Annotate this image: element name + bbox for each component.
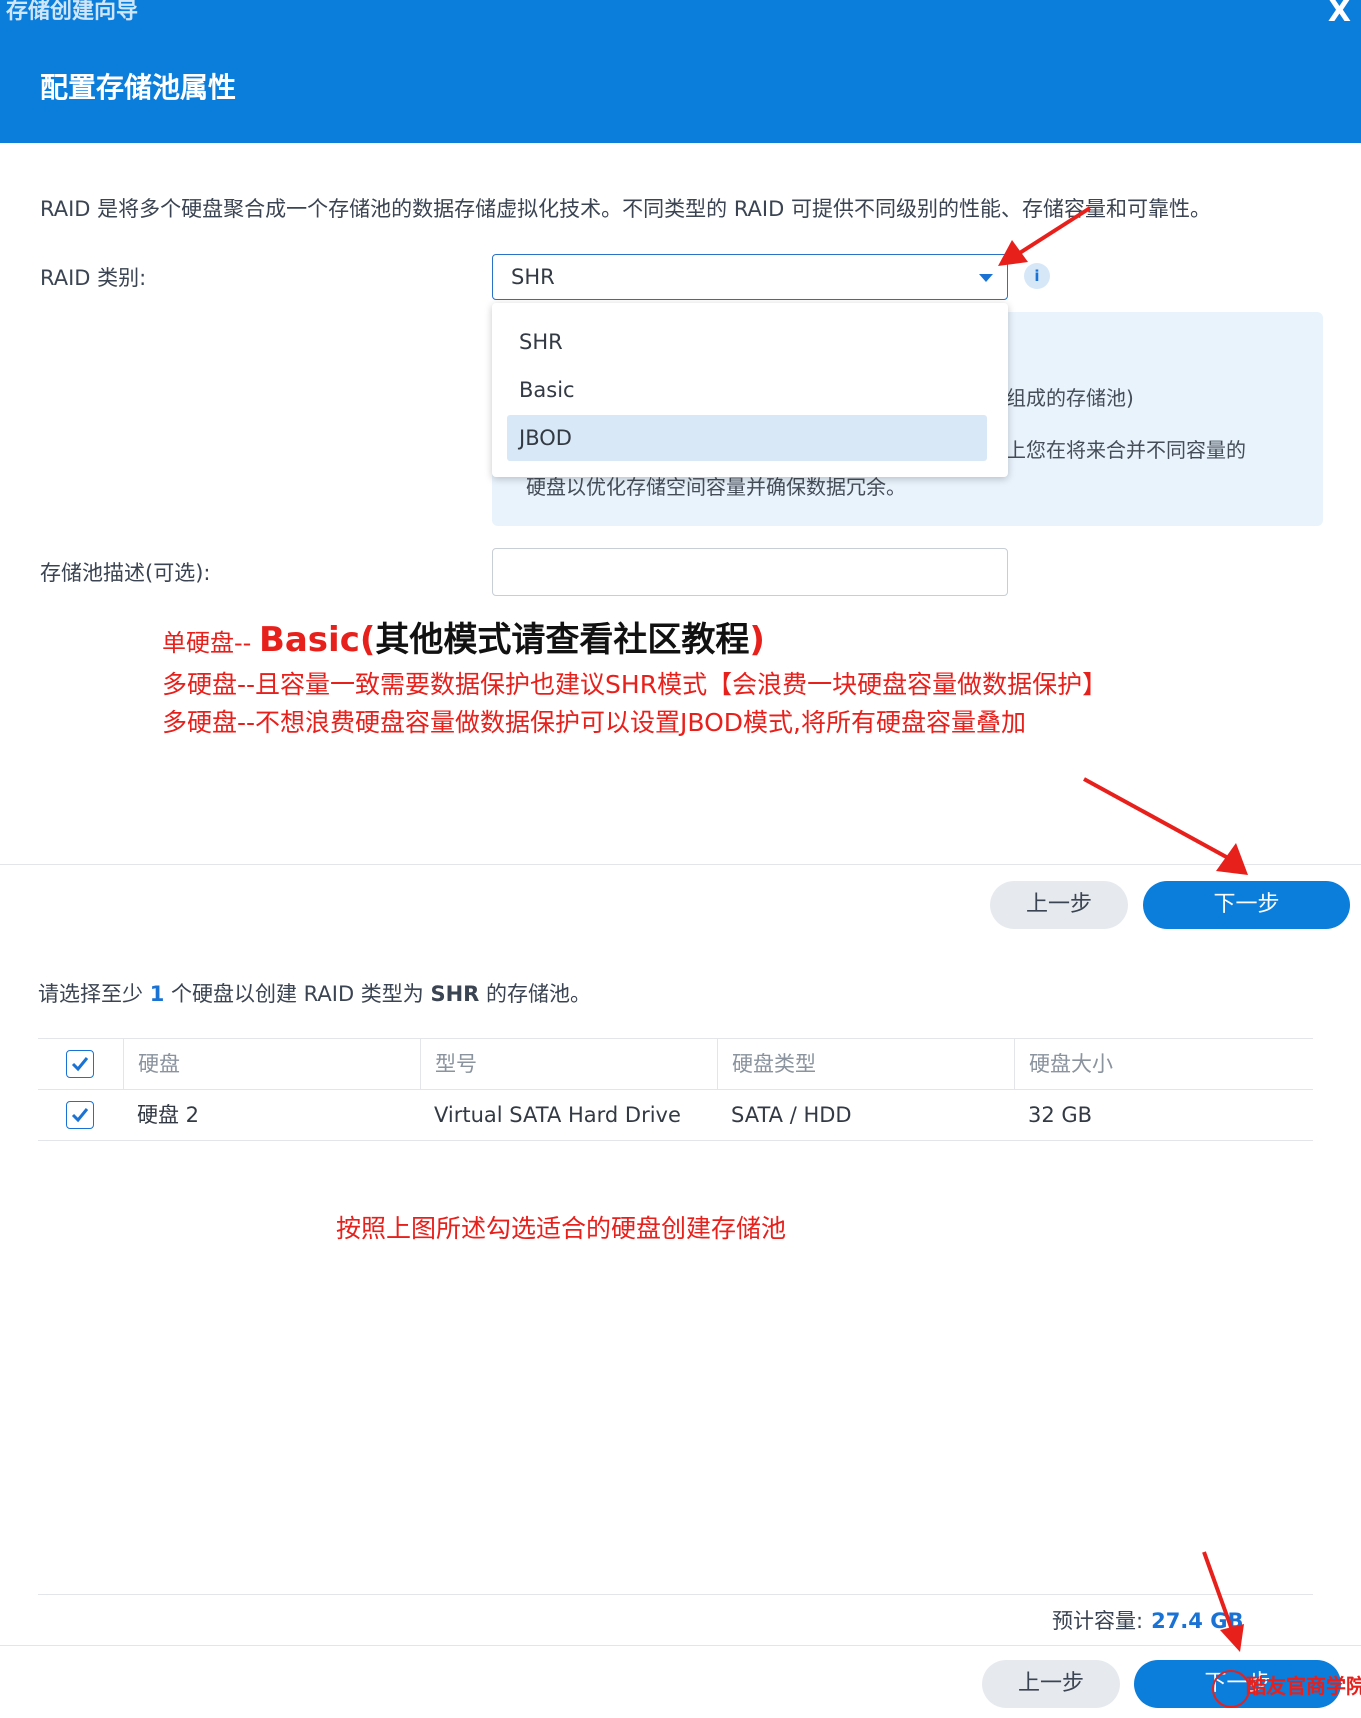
info-text-line: 硬盘以优化存储空间容量并确保数据冗余。 bbox=[526, 475, 906, 499]
capacity-value: 27.4 GB bbox=[1151, 1609, 1244, 1633]
dropdown-option-basic[interactable]: Basic bbox=[507, 367, 987, 413]
checkmark-icon bbox=[71, 1108, 89, 1123]
instruction-text: 的存储池。 bbox=[479, 982, 592, 1006]
chevron-down-icon bbox=[979, 274, 993, 282]
info-icon[interactable]: i bbox=[1024, 263, 1050, 289]
pool-description-label: 存储池描述(可选): bbox=[40, 561, 211, 585]
pool-description-input[interactable] bbox=[492, 548, 1008, 596]
select-all-checkbox[interactable] bbox=[66, 1050, 94, 1078]
capacity-label: 预计容量: bbox=[1052, 1609, 1144, 1633]
annotation-tutorial-hint: 其他模式请查看社区教程 bbox=[375, 620, 750, 660]
disk-selection-instruction: 请选择至少 1 个硬盘以创建 RAID 类型为 SHR 的存储池。 bbox=[38, 980, 591, 1008]
row-checkbox-cell bbox=[38, 1090, 123, 1140]
prev-button[interactable]: 上一步 bbox=[982, 1660, 1120, 1708]
raid-type-label: RAID 类别: bbox=[40, 266, 147, 290]
disk-type-cell: SATA / HDD bbox=[731, 1103, 852, 1127]
raid-type-name: SHR bbox=[430, 982, 480, 1006]
table-header-row: 硬盘 型号 硬盘类型 硬盘大小 bbox=[38, 1038, 1313, 1090]
annotation-multi-disk-jbod: 多硬盘--不想浪费硬盘容量做数据保护可以设置JBOD模式,将所有硬盘容量叠加 bbox=[162, 708, 1027, 737]
estimated-capacity: 预计容量: 27.4 GB bbox=[1052, 1606, 1243, 1636]
annotation-multi-disk-shr: 多硬盘--且容量一致需要数据保护也建议SHR模式【会浪费一块硬盘容量做数据保护】 bbox=[162, 670, 1108, 699]
watermark-logo-icon bbox=[1212, 1670, 1250, 1708]
column-header-size[interactable]: 硬盘大小 bbox=[1014, 1039, 1326, 1089]
next-button[interactable]: 下一步 bbox=[1143, 881, 1350, 929]
disk-size-cell: 32 GB bbox=[1028, 1103, 1093, 1127]
annotation-basic: Basic( bbox=[258, 620, 376, 660]
dropdown-option-jbod[interactable]: JBOD bbox=[507, 415, 987, 461]
prev-button[interactable]: 上一步 bbox=[990, 881, 1128, 929]
window-title: 存储创建向导 bbox=[6, 0, 139, 24]
dropdown-option-shr[interactable]: SHR bbox=[507, 319, 987, 365]
annotation-arrow-icon bbox=[1202, 1551, 1244, 1652]
info-text-line: 组成的存储池) bbox=[1006, 386, 1134, 410]
annotation-single-disk: 单硬盘-- Basic(其他模式请查看社区教程) bbox=[162, 618, 765, 665]
info-text-line: 上您在将来合并不同容量的 bbox=[1006, 438, 1246, 462]
raid-type-select[interactable]: SHR bbox=[492, 254, 1008, 300]
checkmark-icon bbox=[71, 1057, 89, 1072]
column-header-disk[interactable]: 硬盘 bbox=[123, 1039, 435, 1089]
table-row[interactable]: 硬盘 2 Virtual SATA Hard Drive SATA / HDD … bbox=[38, 1090, 1313, 1141]
page-title: 配置存储池属性 bbox=[40, 71, 237, 104]
divider bbox=[0, 864, 1361, 865]
raid-intro-text: RAID 是将多个硬盘聚合成一个存储池的数据存储虚拟化技术。不同类型的 RAID… bbox=[40, 197, 1211, 221]
annotation-close-paren: ) bbox=[749, 620, 765, 660]
annotation-prefix: 单硬盘-- bbox=[162, 629, 259, 657]
watermark: 酷友官商学院 bbox=[1246, 1674, 1361, 1698]
instruction-text: 个硬盘以创建 RAID 类型为 bbox=[164, 982, 431, 1006]
header-checkbox-cell bbox=[38, 1039, 123, 1089]
disk-model-cell: Virtual SATA Hard Drive bbox=[434, 1103, 681, 1127]
disk-table: 硬盘 型号 硬盘类型 硬盘大小 硬盘 2 Virtual SATA Hard D… bbox=[38, 1038, 1313, 1141]
divider bbox=[38, 1594, 1313, 1595]
close-icon[interactable]: X bbox=[1328, 0, 1351, 27]
raid-type-selected-value: SHR bbox=[511, 265, 555, 289]
annotation-select-disks: 按照上图所述勾选适合的硬盘创建存储池 bbox=[336, 1214, 787, 1243]
column-header-model[interactable]: 型号 bbox=[420, 1039, 732, 1089]
instruction-text: 请选择至少 bbox=[38, 982, 150, 1006]
column-header-type[interactable]: 硬盘类型 bbox=[717, 1039, 1029, 1089]
min-disk-count: 1 bbox=[149, 982, 165, 1006]
divider bbox=[0, 1645, 1361, 1646]
row-checkbox[interactable] bbox=[66, 1101, 94, 1129]
disk-name-cell: 硬盘 2 bbox=[137, 1103, 200, 1127]
raid-type-dropdown: SHR Basic JBOD bbox=[492, 303, 1008, 477]
